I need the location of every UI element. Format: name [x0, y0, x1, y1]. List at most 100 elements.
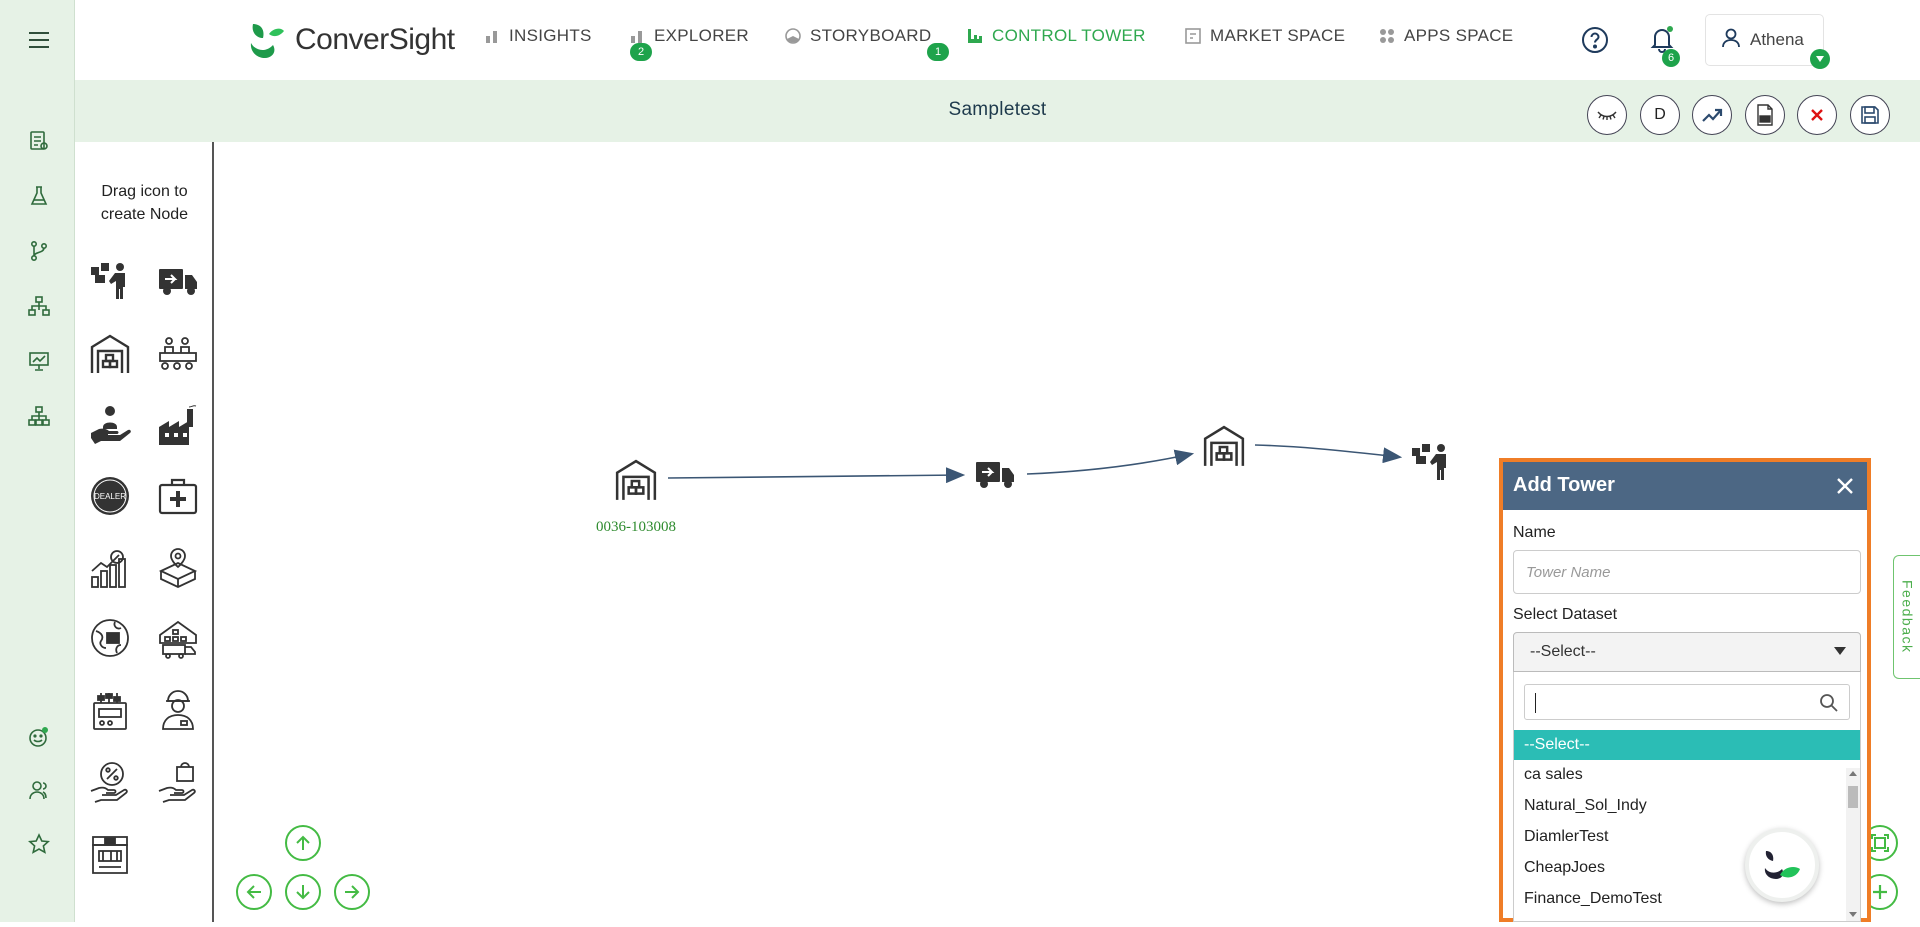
pan-up-arrow-icon[interactable]	[285, 825, 321, 861]
notification-badge: 6	[1662, 49, 1680, 67]
edge-1	[667, 467, 966, 484]
feedback-label: Feedback	[1899, 580, 1916, 654]
market-icon	[1184, 27, 1202, 45]
dropdown-scrollbar[interactable]	[1846, 768, 1860, 921]
delivery-truck-icon[interactable]	[156, 258, 200, 302]
canvas-node-worker[interactable]	[1410, 440, 1452, 482]
canvas-node-warehouse[interactable]	[614, 458, 658, 502]
top-navbar: ConverSight INSIGHTS 2 EXPLORER STORYBOA…	[75, 0, 1920, 80]
dialog-header: Add Tower	[1503, 462, 1867, 510]
user-icon	[1720, 27, 1742, 54]
dataset-label: Select Dataset	[1513, 606, 1618, 623]
report-icon[interactable]	[24, 126, 54, 156]
engineer-icon[interactable]	[156, 688, 200, 732]
trend-icon[interactable]	[1692, 95, 1732, 135]
scrollbar-thumb[interactable]	[1848, 786, 1858, 808]
dataset-select[interactable]: --Select--	[1513, 632, 1861, 672]
nav-storyboard-label: STORYBOARD	[810, 26, 932, 45]
discount-hand-icon[interactable]	[88, 760, 132, 804]
delivery-truck-icon	[976, 462, 1014, 488]
users-icon[interactable]	[24, 775, 54, 805]
svg-text:DEALER: DEALER	[94, 492, 126, 501]
worker-boxes-icon[interactable]	[88, 258, 132, 302]
canvas-toolbar: Sampletest D	[75, 80, 1920, 142]
star-icon[interactable]	[24, 829, 54, 859]
nav-market-space-label: MARKET SPACE	[1210, 26, 1346, 45]
search-icon	[1820, 694, 1838, 712]
d-button[interactable]: D	[1640, 95, 1680, 135]
node-label: 0036-103008	[596, 519, 676, 535]
brand-logo[interactable]: ConverSight	[245, 18, 455, 62]
smiley-icon[interactable]	[24, 722, 54, 752]
store-icon[interactable]	[88, 832, 132, 876]
dataset-selected-value: --Select--	[1530, 643, 1596, 660]
name-label: Name	[1513, 524, 1556, 541]
canvas-node-truck[interactable]	[974, 452, 1016, 494]
nav-control-tower[interactable]: CONTROL TOWER	[966, 26, 1146, 46]
palette-hint: Drag icon to create Node	[100, 183, 189, 223]
save-icon[interactable]	[1850, 95, 1890, 135]
worker-boxes-icon	[1412, 444, 1446, 480]
close-icon[interactable]	[1831, 472, 1859, 500]
first-aid-kit-icon[interactable]	[156, 474, 200, 518]
storyboard-badge: 1	[927, 43, 949, 61]
distribution-center-icon[interactable]	[156, 616, 200, 660]
user-dropdown-caret-icon[interactable]	[1810, 49, 1830, 69]
hierarchy-icon[interactable]	[24, 291, 54, 321]
control-panel-icon[interactable]	[88, 688, 132, 732]
warehouse-icon	[1203, 425, 1245, 466]
close-icon[interactable]	[1797, 95, 1837, 135]
dealer-icon[interactable]: DEALER	[88, 474, 132, 518]
help-icon[interactable]	[1580, 25, 1610, 55]
branch-icon[interactable]	[24, 236, 54, 266]
dataset-option[interactable]: Natural_Sol_Indy	[1514, 791, 1852, 821]
hamburger-menu-icon[interactable]	[24, 25, 54, 55]
global-box-icon[interactable]	[88, 616, 132, 660]
growth-chart-icon[interactable]	[88, 546, 132, 590]
factory-icon[interactable]	[156, 404, 200, 448]
nav-insights[interactable]: INSIGHTS	[483, 26, 592, 46]
nav-market-space[interactable]: MARKET SPACE	[1184, 26, 1345, 46]
left-rail	[0, 0, 75, 922]
chat-assistant-button[interactable]	[1745, 828, 1819, 902]
scroll-up-icon[interactable]	[1849, 771, 1857, 776]
conversight-logo-icon	[250, 24, 284, 58]
scroll-down-icon[interactable]	[1849, 912, 1857, 917]
hand-care-icon[interactable]	[88, 404, 132, 448]
tower-name-input[interactable]	[1513, 550, 1861, 594]
feedback-tab[interactable]: Feedback	[1893, 555, 1920, 679]
presentation-chart-icon[interactable]	[24, 346, 54, 376]
nav-explorer-label: EXPLORER	[654, 26, 749, 45]
canvas-node-warehouse-2[interactable]	[1202, 424, 1246, 468]
edge-2	[1026, 449, 1195, 475]
dataset-search-input[interactable]	[1524, 684, 1850, 720]
warehouse-icon[interactable]	[88, 332, 132, 376]
pan-left-arrow-icon[interactable]	[236, 874, 272, 910]
map-box-icon[interactable]	[156, 546, 200, 590]
pan-right-arrow-icon[interactable]	[334, 874, 370, 910]
brand-name: ConverSight	[295, 23, 455, 56]
dialog-title: Add Tower	[1513, 474, 1615, 496]
production-line-icon[interactable]	[156, 332, 200, 376]
bar-chart-icon	[483, 27, 501, 45]
org-chart-icon[interactable]	[24, 401, 54, 431]
dataset-option[interactable]: --Select--	[1514, 730, 1860, 760]
nav-explorer[interactable]: EXPLORER	[628, 26, 749, 46]
shopping-hand-icon[interactable]	[156, 760, 200, 804]
edge-3	[1254, 444, 1403, 464]
hide-icon[interactable]	[1587, 95, 1627, 135]
nav-storyboard[interactable]: STORYBOARD	[784, 26, 931, 46]
apps-grid-icon	[1378, 27, 1396, 45]
pan-down-arrow-icon[interactable]	[285, 874, 321, 910]
pie-icon	[784, 27, 802, 45]
nav-apps-space[interactable]: APPS SPACE	[1378, 26, 1513, 46]
user-menu[interactable]: Athena	[1705, 14, 1824, 66]
conversight-logo-icon	[1764, 851, 1800, 879]
dataset-option[interactable]: ca sales	[1514, 760, 1852, 790]
tower-icon	[966, 27, 984, 45]
user-name: Athena	[1750, 30, 1804, 49]
bar-chart-icon	[628, 27, 646, 45]
lab-flask-icon[interactable]	[24, 181, 54, 211]
pdf-icon[interactable]	[1745, 95, 1785, 135]
text-cursor	[1535, 693, 1536, 713]
